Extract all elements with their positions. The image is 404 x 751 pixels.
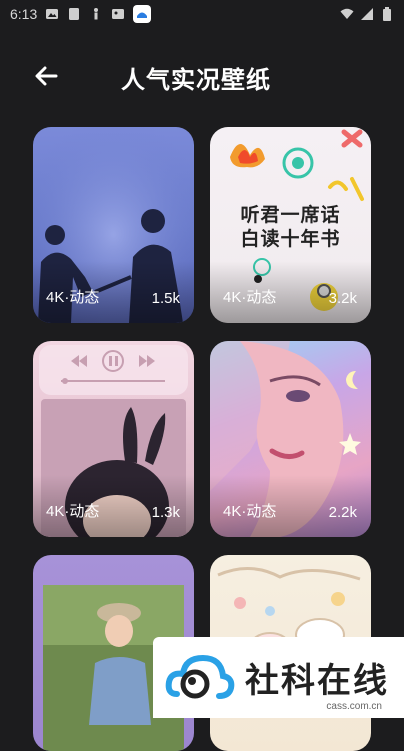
status-time: 6:13 [10,6,38,22]
art-text-line-2: 白读十年书 [240,228,341,250]
wallpaper-card[interactable]: 4K·动态 1.3k [33,341,194,537]
back-arrow-icon [35,66,58,86]
card-download-count: 1.5k [151,290,180,307]
cloud-eye-logo-icon [165,654,235,699]
accessibility-icon [94,8,99,20]
art-text-line-1: 听君一席话 [240,204,341,226]
card-type-label: 4K·动态 [223,289,277,306]
header: 人气实况壁纸 [0,48,404,104]
wifi-icon [340,8,354,19]
watermark-logo: 社科在线 cass.com.cn [153,637,404,718]
page-title: 人气实况壁纸 [121,67,271,94]
wallpaper-card[interactable]: 4K·动态 1.5k [33,127,194,323]
status-left: 6:13 [10,5,152,23]
card-download-count: 1.3k [151,504,180,521]
wallpaper-card[interactable]: 4K·动态 2.2k [210,341,371,537]
app-notification-icon [133,5,152,23]
image-notification-icon [112,9,125,19]
battery-icon [383,7,391,21]
notification-icon [69,8,80,20]
watermark-url: cass.com.cn [326,701,382,712]
card-download-count: 2.2k [328,504,357,521]
wallpaper-text-art: 听君一席话 白读十年书 [210,203,371,251]
back-button[interactable] [26,58,66,94]
wallpaper-card[interactable]: 听君一席话 白读十年书 4K·动态 3.2k [210,127,371,323]
card-type-label: 4K·动态 [46,289,100,306]
gallery-notification-icon [46,9,59,19]
status-bar: 6:13 [0,0,404,28]
status-right [340,7,394,21]
card-download-count: 3.2k [328,290,357,307]
card-type-label: 4K·动态 [46,503,100,520]
signal-icon [361,8,373,20]
card-type-label: 4K·动态 [223,503,277,520]
watermark-text: 社科在线 [245,661,389,701]
